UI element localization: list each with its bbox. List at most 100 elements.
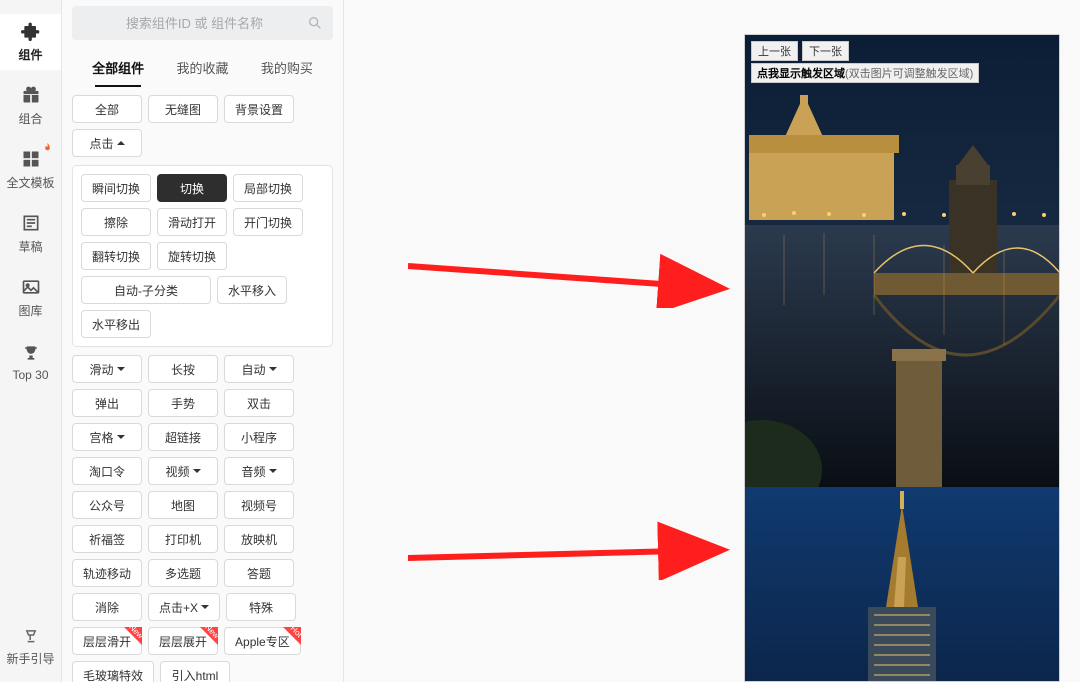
- chip-c-24[interactable]: 层层滑开New: [72, 627, 142, 655]
- category-scroll[interactable]: 全部 无缝图 背景设置 点击 瞬间切换 切换 局部切换擦除 滑动打开开门切换翻转切换旋…: [62, 87, 343, 682]
- chip-label: 旋转切换: [168, 248, 216, 265]
- rail-label: Top 30: [12, 368, 48, 382]
- chip-c-21[interactable]: 消除: [72, 593, 142, 621]
- preview-nav-buttons: 上一张 下一张: [751, 41, 849, 61]
- chip-c-3[interactable]: 弹出: [72, 389, 142, 417]
- component-side-panel: 全部组件 我的收藏 我的购买 全部 无缝图 背景设置 点击 瞬间切换 切换 局部切换…: [62, 0, 344, 682]
- tab-label: 我的购买: [261, 61, 313, 76]
- chip-label: 水平移入: [228, 282, 276, 299]
- preview-image-1[interactable]: [745, 35, 1059, 487]
- chip-b-10[interactable]: 水平移出: [81, 310, 151, 338]
- chip-c-13[interactable]: 地图: [148, 491, 218, 519]
- chip-label: 切换: [180, 180, 204, 197]
- chip-b-4[interactable]: 滑动打开: [157, 208, 227, 236]
- gift-icon: [21, 85, 41, 108]
- chip-bg-setting[interactable]: 背景设置: [224, 95, 294, 123]
- chip-label: 水平移出: [92, 316, 140, 333]
- chip-c-26[interactable]: Apple专区Hot: [224, 627, 301, 655]
- next-image-button[interactable]: 下一张: [802, 41, 849, 61]
- chip-c-18[interactable]: 轨迹移动: [72, 559, 142, 587]
- chip-click[interactable]: 点击: [72, 129, 142, 157]
- chip-label: 手势: [171, 395, 195, 412]
- trigger-area-hint[interactable]: 点我显示触发区域 (双击图片可调整触发区域): [751, 63, 979, 83]
- chip-c-14[interactable]: 视频号: [224, 491, 294, 519]
- chip-c-4[interactable]: 手势: [148, 389, 218, 417]
- chip-c-28[interactable]: 引入html: [160, 661, 230, 682]
- chip-c-0[interactable]: 滑动: [72, 355, 142, 383]
- hint-sub: (双击图片可调整触发区域): [845, 65, 973, 81]
- chip-label: 开门切换: [244, 214, 292, 231]
- chip-c-7[interactable]: 超链接: [148, 423, 218, 451]
- preview-image-2[interactable]: [745, 487, 1059, 682]
- rail-item-top30[interactable]: Top 30: [0, 334, 61, 390]
- chip-b-8[interactable]: 自动-子分类: [81, 276, 211, 304]
- chip-c-23[interactable]: 特殊: [226, 593, 296, 621]
- chip-label: 引入html: [172, 667, 219, 682]
- tab-label: 我的收藏: [176, 61, 228, 76]
- puzzle-icon: [21, 21, 41, 44]
- grid-icon: [21, 149, 41, 172]
- chip-b-5[interactable]: 开门切换: [233, 208, 303, 236]
- search-bar[interactable]: [72, 6, 333, 40]
- btn-label: 下一张: [809, 46, 842, 58]
- tab-purchased[interactable]: 我的购买: [245, 50, 329, 87]
- chip-label: 擦除: [104, 214, 128, 231]
- rail-item-gallery[interactable]: 图库: [0, 270, 61, 326]
- chip-c-22[interactable]: 点击+X: [148, 593, 220, 621]
- chip-b-9[interactable]: 水平移入: [217, 276, 287, 304]
- tab-label: 全部组件: [92, 61, 144, 76]
- chip-c-19[interactable]: 多选题: [148, 559, 218, 587]
- chip-c-20[interactable]: 答题: [224, 559, 294, 587]
- chip-c-16[interactable]: 打印机: [148, 525, 218, 553]
- chip-c-5[interactable]: 双击: [224, 389, 294, 417]
- chip-b-7[interactable]: 旋转切换: [157, 242, 227, 270]
- chip-c-1[interactable]: 长按: [148, 355, 218, 383]
- note-icon: [21, 213, 41, 236]
- chip-label: 音频: [241, 463, 265, 480]
- category-group-a: 全部 无缝图 背景设置 点击: [72, 95, 333, 157]
- chevron-down-icon: [114, 362, 125, 376]
- chip-b-0[interactable]: 瞬间切换: [81, 174, 151, 202]
- chip-b-1[interactable]: 切换: [157, 174, 227, 202]
- chip-c-25[interactable]: 层层展开New: [148, 627, 218, 655]
- chip-all[interactable]: 全部: [72, 95, 142, 123]
- rail-label: 草稿: [18, 238, 42, 255]
- rail-item-guide[interactable]: 新手引导: [0, 618, 61, 674]
- rail-item-components[interactable]: 组件: [0, 14, 61, 70]
- chip-label: 轨迹移动: [83, 565, 131, 582]
- rail-label: 组件: [18, 46, 42, 63]
- search-input[interactable]: [82, 16, 307, 31]
- chip-c-15[interactable]: 祈福签: [72, 525, 142, 553]
- chip-c-27[interactable]: 毛玻璃特效: [72, 661, 154, 682]
- rail-item-templates[interactable]: 全文模板: [0, 142, 61, 198]
- chip-c-17[interactable]: 放映机: [224, 525, 294, 553]
- chip-c-10[interactable]: 视频: [148, 457, 218, 485]
- chip-label: 打印机: [165, 531, 201, 548]
- chip-label: 局部切换: [244, 180, 292, 197]
- lamp-icon: [21, 625, 41, 648]
- chip-c-11[interactable]: 音频: [224, 457, 294, 485]
- panel-tabs: 全部组件 我的收藏 我的购买: [62, 46, 343, 87]
- chip-label: 视频: [165, 463, 189, 480]
- tab-all-components[interactable]: 全部组件: [76, 50, 160, 87]
- chip-c-8[interactable]: 小程序: [224, 423, 294, 451]
- rail-item-combos[interactable]: 组合: [0, 78, 61, 134]
- chip-b-6[interactable]: 翻转切换: [81, 242, 151, 270]
- rail-label: 新手引导: [6, 650, 54, 667]
- chip-label: 特殊: [249, 599, 273, 616]
- chip-label: 点击: [89, 135, 113, 152]
- chip-c-6[interactable]: 宫格: [72, 423, 142, 451]
- chip-b-3[interactable]: 擦除: [81, 208, 151, 236]
- chip-label: 弹出: [95, 395, 119, 412]
- chip-b-2[interactable]: 局部切换: [233, 174, 303, 202]
- chip-seamless[interactable]: 无缝图: [148, 95, 218, 123]
- chip-c-12[interactable]: 公众号: [72, 491, 142, 519]
- prev-image-button[interactable]: 上一张: [751, 41, 798, 61]
- chip-label: 地图: [171, 497, 195, 514]
- rail-item-drafts[interactable]: 草稿: [0, 206, 61, 262]
- tab-favorites[interactable]: 我的收藏: [160, 50, 244, 87]
- chip-c-9[interactable]: 淘口令: [72, 457, 142, 485]
- rail-label: 全文模板: [6, 174, 54, 191]
- chip-c-2[interactable]: 自动: [224, 355, 294, 383]
- image-icon: [21, 277, 41, 300]
